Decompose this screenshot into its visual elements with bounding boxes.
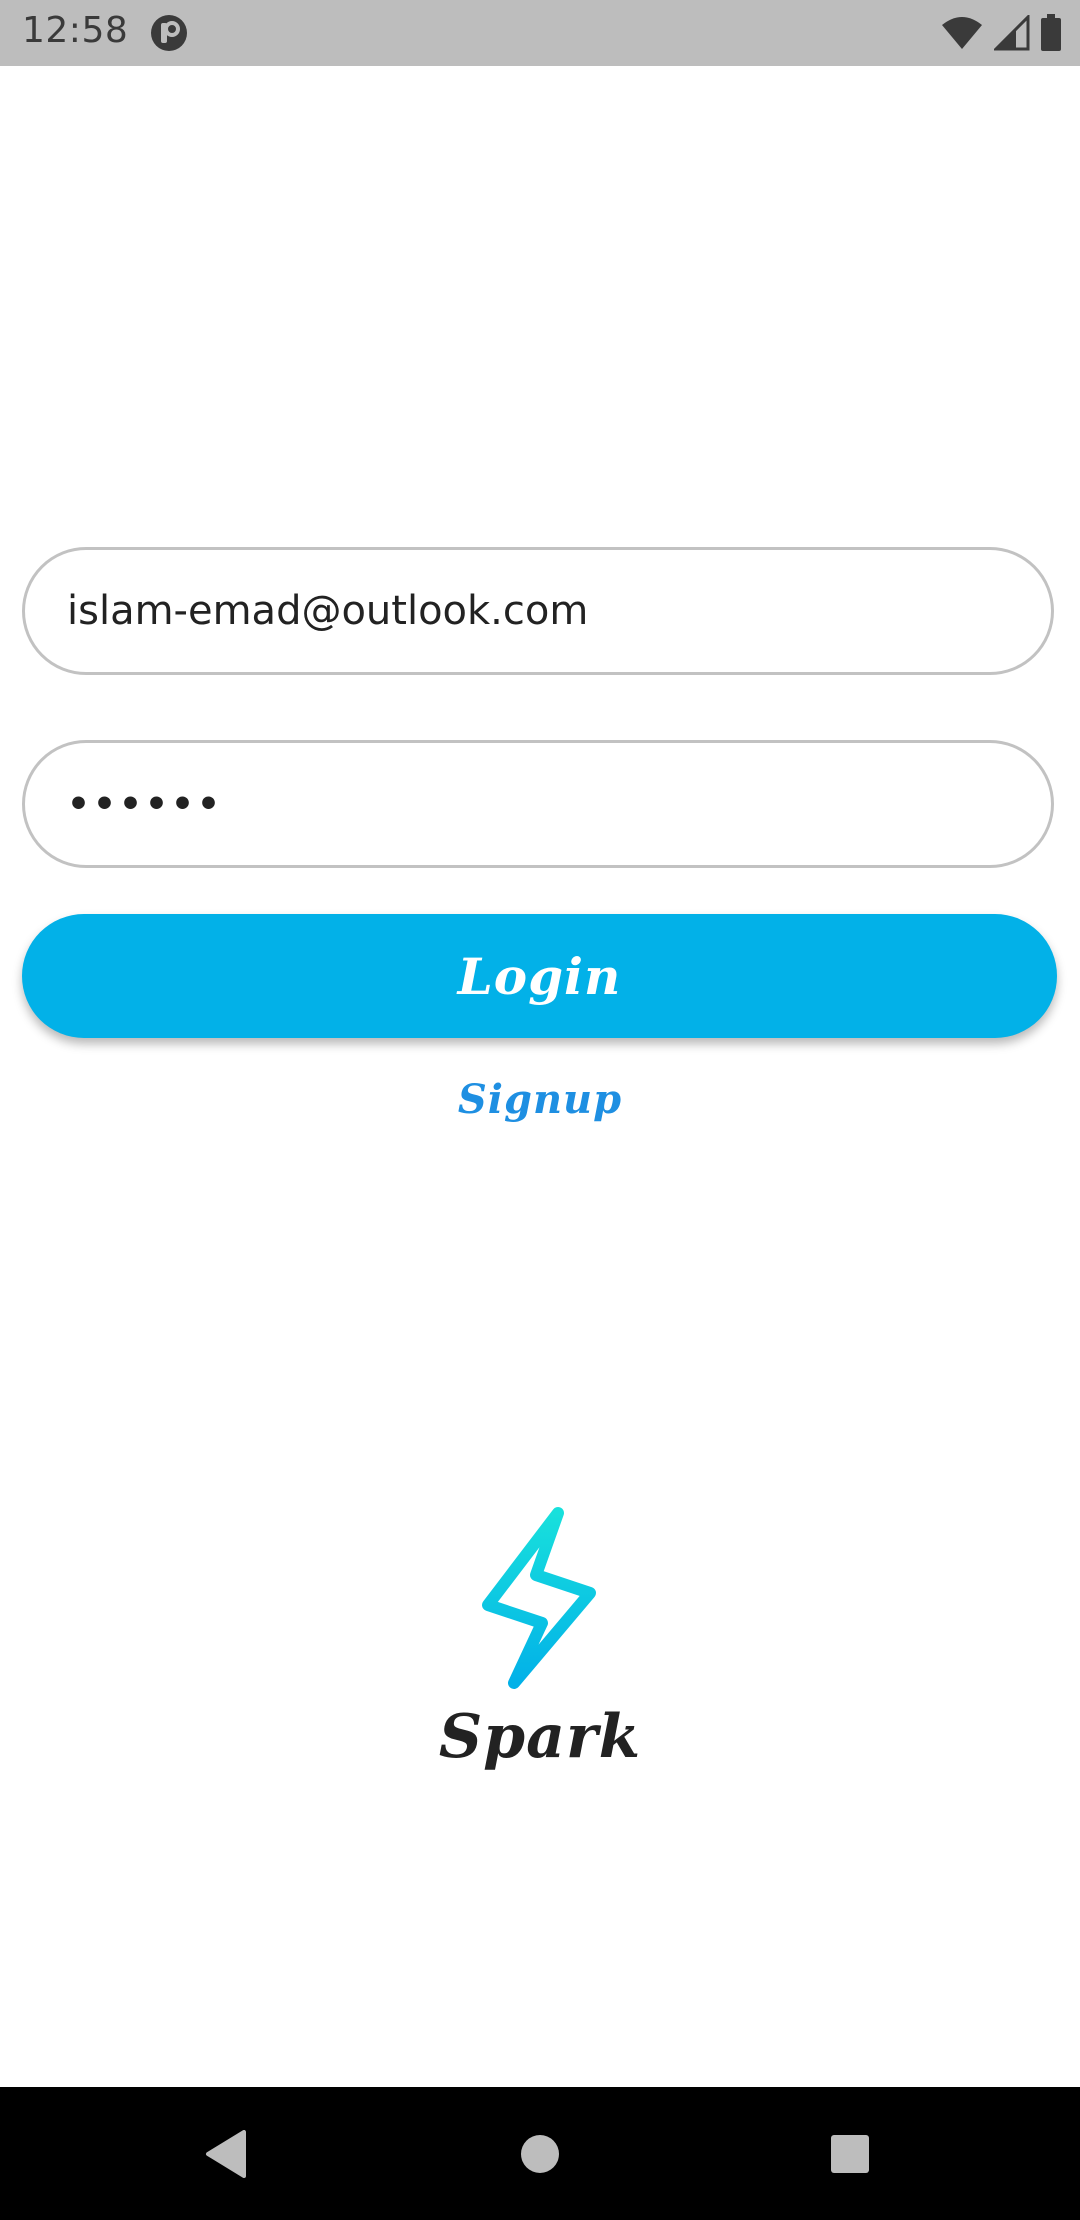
password-value: ••••••	[67, 783, 224, 825]
home-icon[interactable]	[480, 2087, 600, 2220]
cellular-signal-icon	[994, 15, 1030, 51]
status-bar: 12:58	[0, 0, 1080, 66]
back-icon[interactable]	[166, 2087, 286, 2220]
signup-link[interactable]: Signup	[0, 1076, 1080, 1123]
login-button[interactable]: Login	[22, 914, 1057, 1038]
login-screen: 12:58 islam-emad@outlook.com •••••• Logi…	[0, 0, 1080, 2220]
status-time: 12:58	[22, 10, 129, 51]
wifi-icon	[940, 15, 984, 51]
battery-icon	[1040, 14, 1062, 52]
recents-icon[interactable]	[790, 2087, 910, 2220]
lightning-bolt-icon	[478, 1505, 602, 1691]
navigation-bar	[0, 2087, 1080, 2220]
app-notification-icon	[150, 14, 188, 52]
status-icons	[940, 12, 1062, 54]
email-field[interactable]: islam-emad@outlook.com	[22, 547, 1054, 675]
email-value: islam-emad@outlook.com	[67, 588, 589, 634]
password-field[interactable]: ••••••	[22, 740, 1054, 868]
login-button-label: Login	[457, 946, 622, 1006]
brand-name: Spark	[438, 1702, 642, 1772]
